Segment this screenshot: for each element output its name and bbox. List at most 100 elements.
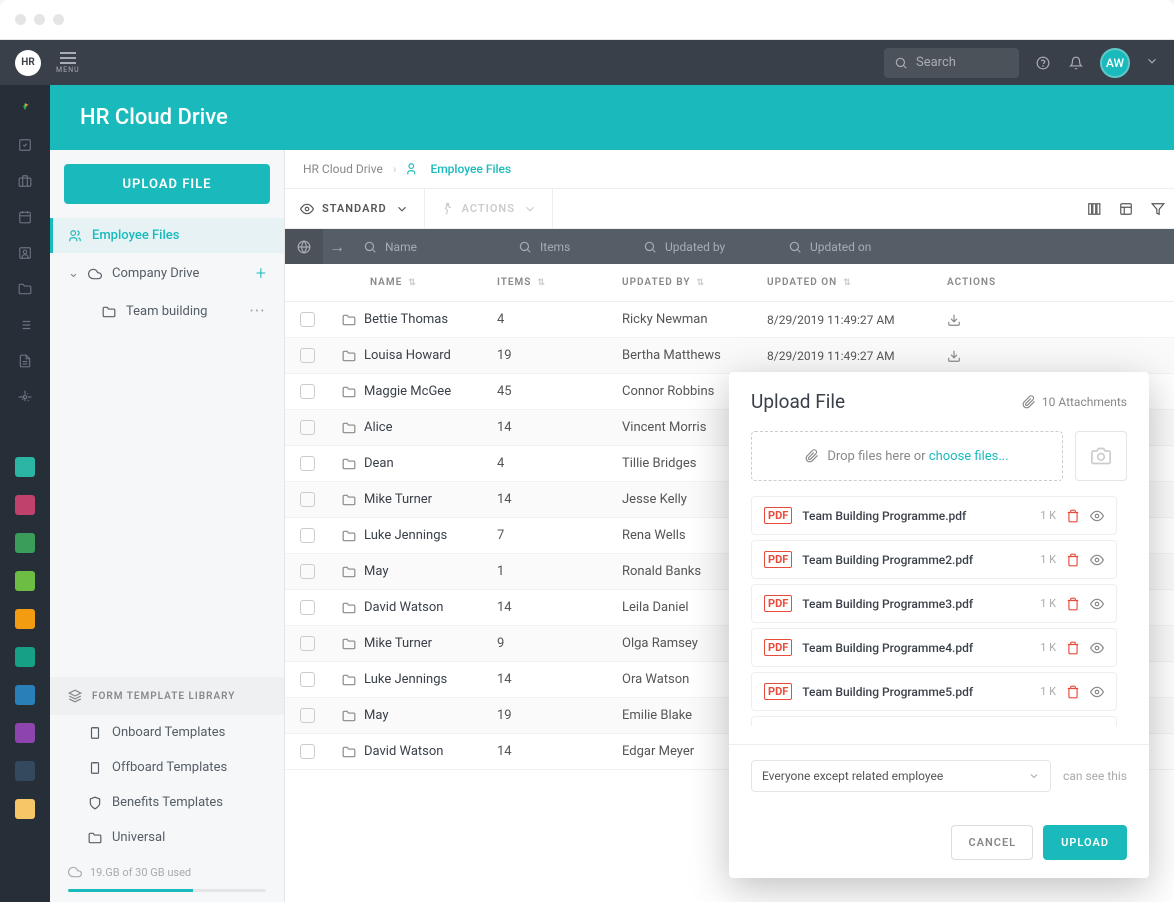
row-checkbox[interactable] [300,384,315,399]
leftbar-app-2[interactable] [15,495,35,515]
window-max-dot[interactable] [53,14,64,25]
leftbar-check-icon[interactable] [16,136,34,154]
columns-icon[interactable] [1086,202,1102,216]
table-row[interactable]: Louisa Howard 19 Bertha Matthews 8/29/20… [285,338,1174,374]
header-updatedby[interactable]: UPDATED BY⇅ [610,277,755,288]
leftbar-app-8[interactable] [15,723,35,743]
standard-dropdown[interactable]: STANDARD [285,189,425,228]
sidebar-item-company-drive[interactable]: ⌄ Company Drive + [50,253,284,294]
menu-label: MENU [56,66,80,74]
leftbar-app-1[interactable] [15,457,35,477]
trash-icon[interactable] [1066,509,1080,523]
eye-icon[interactable] [1090,685,1104,699]
trash-icon[interactable] [1066,553,1080,567]
row-checkbox[interactable] [300,348,315,363]
filter-name[interactable]: Name [351,240,506,254]
topbar: HR MENU Search AW [0,40,1174,85]
row-checkbox[interactable] [300,312,315,327]
leftbar-app-3[interactable] [15,533,35,553]
sidebar-item-universal[interactable]: Universal [50,820,284,855]
trash-icon[interactable] [1066,641,1080,655]
leftbar-calendar-icon[interactable] [16,208,34,226]
leftbar-app-6[interactable] [15,647,35,667]
hr-logo[interactable]: HR [15,50,41,76]
eye-icon[interactable] [1090,553,1104,567]
file-size: 1 K [1040,685,1056,698]
breadcrumb-root[interactable]: HR Cloud Drive [303,162,383,176]
window-min-dot[interactable] [34,14,45,25]
trash-icon[interactable] [1066,685,1080,699]
menu-button[interactable]: MENU [56,52,80,74]
actions-dropdown[interactable]: ACTIONS [425,189,553,228]
row-checkbox[interactable] [300,528,315,543]
globe-button[interactable] [285,229,323,264]
leftbar-app-icon[interactable] [16,100,34,118]
row-checkbox[interactable] [300,744,315,759]
row-checkbox[interactable] [300,708,315,723]
plus-icon[interactable]: + [256,263,266,284]
filter-updatedby[interactable]: Updated by [631,240,776,254]
form-template-library-header[interactable]: FORM TEMPLATE LIBRARY [50,677,284,715]
storage-bar [68,889,266,892]
header-updatedon[interactable]: UPDATED ON⇅ [755,277,935,288]
row-checkbox[interactable] [300,492,315,507]
row-checkbox[interactable] [300,564,315,579]
row-items: 9 [485,636,610,651]
leftbar-gear-icon[interactable] [16,388,34,406]
leftbar-folder-icon[interactable] [16,280,34,298]
header-items[interactable]: ITEMS⇅ [485,277,610,288]
eye-icon[interactable] [1090,597,1104,611]
filter-updatedon[interactable]: Updated on [776,240,956,254]
breadcrumb-current[interactable]: Employee Files [430,162,511,176]
file-row: PDF Team Building Programme3.pdf 1 K [751,584,1117,623]
sidebar-item-onboard[interactable]: Onboard Templates [50,715,284,750]
camera-button[interactable] [1075,431,1127,481]
arrow-button[interactable]: → [323,237,351,257]
leftbar-list-icon[interactable] [16,316,34,334]
user-avatar[interactable]: AW [1100,48,1130,78]
sidebar-item-employee-files[interactable]: Employee Files [50,218,284,253]
cancel-button[interactable]: CANCEL [951,825,1033,860]
row-checkbox[interactable] [300,600,315,615]
leftbar-app-5[interactable] [15,609,35,629]
leftbar-app-4[interactable] [15,571,35,591]
row-checkbox[interactable] [300,420,315,435]
upload-file-button[interactable]: UPLOAD FILE [64,164,270,204]
eye-icon[interactable] [1090,509,1104,523]
leftbar-app-10[interactable] [15,799,35,819]
sidebar-item-offboard[interactable]: Offboard Templates [50,750,284,785]
row-checkbox[interactable] [300,672,315,687]
download-icon[interactable] [947,349,961,363]
row-checkbox[interactable] [300,456,315,471]
trash-icon[interactable] [1066,597,1080,611]
window-close-dot[interactable] [15,14,26,25]
leftbar-briefcase-icon[interactable] [16,172,34,190]
folder-icon [342,457,356,471]
sidebar-item-team-building[interactable]: Team building ••• [50,294,284,329]
choose-files-link[interactable]: choose files... [929,449,1009,464]
filter-items[interactable]: Items [506,240,631,254]
sidebar-item-benefits[interactable]: Benefits Templates [50,785,284,820]
header-name[interactable]: NAME⇅ [330,277,485,288]
chevron-down-icon[interactable] [1145,53,1159,72]
row-checkbox[interactable] [300,636,315,651]
dropzone[interactable]: Drop files here or choose files... [751,431,1063,481]
row-name: Bettie Thomas [364,312,448,327]
eye-icon[interactable] [1090,641,1104,655]
filter-icon[interactable] [1150,202,1166,216]
table-row[interactable]: Bettie Thomas 4 Ricky Newman 8/29/2019 1… [285,302,1174,338]
leftbar-user-icon[interactable] [16,244,34,262]
search-input[interactable]: Search [884,48,1019,78]
download-icon[interactable] [947,313,961,327]
more-icon[interactable]: ••• [250,306,266,317]
cloud-icon [68,865,82,879]
leftbar-app-9[interactable] [15,761,35,781]
bell-icon[interactable] [1067,54,1085,72]
help-icon[interactable] [1034,54,1052,72]
layout-icon[interactable] [1118,202,1134,216]
row-items: 14 [485,744,610,759]
leftbar-app-7[interactable] [15,685,35,705]
visibility-select[interactable]: Everyone except related employee [751,760,1051,792]
leftbar-doc-icon[interactable] [16,352,34,370]
upload-button[interactable]: UPLOAD [1043,825,1127,860]
